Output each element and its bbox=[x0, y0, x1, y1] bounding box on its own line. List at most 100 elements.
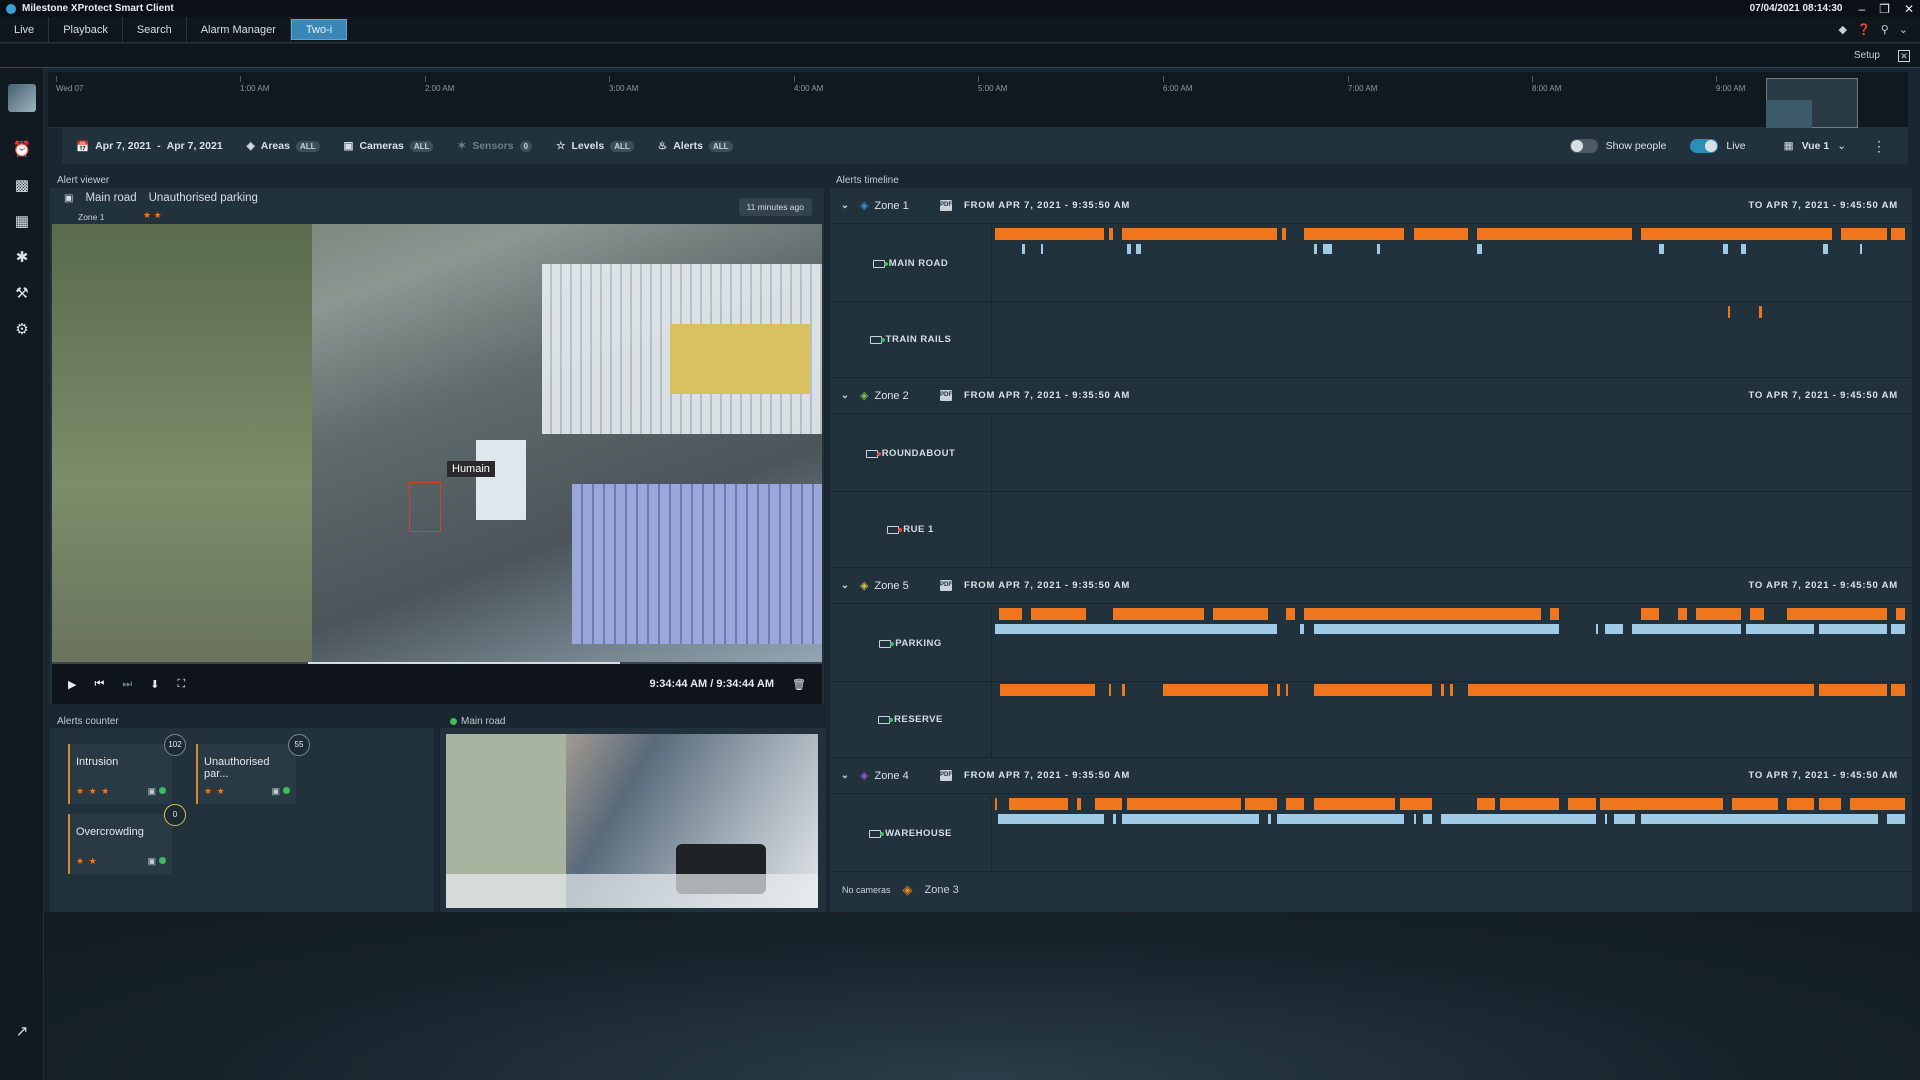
alert-track-blue[interactable] bbox=[995, 624, 1905, 634]
tab-playback[interactable]: Playback bbox=[49, 17, 123, 42]
close-view-icon[interactable]: ✕ bbox=[1898, 49, 1910, 62]
alert-segment[interactable] bbox=[1122, 228, 1278, 240]
alert-segment[interactable] bbox=[1313, 684, 1432, 696]
alert-segment[interactable] bbox=[1286, 608, 1296, 620]
zone-header-zone-2[interactable]: ⌄ ◈ Zone 2 PDF FROM APR 7, 2021 - 9:35:50… bbox=[830, 378, 1912, 414]
pdf-icon[interactable]: PDF bbox=[940, 770, 952, 781]
alert-segment[interactable] bbox=[1500, 798, 1560, 810]
alert-segment[interactable] bbox=[1604, 814, 1608, 824]
alert-segment[interactable] bbox=[1695, 608, 1742, 620]
tab-search[interactable]: Search bbox=[123, 17, 187, 42]
alert-segment[interactable] bbox=[1895, 608, 1905, 620]
filter-alerts[interactable]: ♨ Alerts ALL bbox=[658, 140, 733, 152]
bar-chart-icon[interactable]: ▩ bbox=[12, 176, 32, 196]
time-ruler[interactable]: Wed 07 1:00 AM 2:00 AM 3:00 AM 4:00 AM 5… bbox=[48, 72, 1908, 128]
fullscreen-icon[interactable]: ◆ bbox=[1839, 23, 1847, 36]
tab-alarm-manager[interactable]: Alarm Manager bbox=[187, 17, 291, 42]
alert-segment[interactable] bbox=[1745, 624, 1814, 634]
alert-segment[interactable] bbox=[1727, 306, 1731, 318]
fullscreen-icon[interactable]: ⛶ bbox=[178, 678, 186, 691]
tools-icon[interactable]: ⚒ bbox=[12, 284, 32, 304]
alert-segment[interactable] bbox=[1076, 798, 1082, 810]
live-toggle[interactable] bbox=[1690, 139, 1719, 153]
tab-live[interactable]: Live bbox=[0, 17, 50, 42]
filter-sensors[interactable]: ✶ Sensors 0 bbox=[457, 140, 533, 152]
alert-segment[interactable] bbox=[999, 684, 1096, 696]
alert-segment[interactable] bbox=[1399, 798, 1432, 810]
restore-icon[interactable]: ❐ bbox=[1879, 2, 1890, 16]
alert-segment[interactable] bbox=[1818, 624, 1887, 634]
chevron-down-icon[interactable]: ⌄ bbox=[830, 390, 860, 401]
alert-track-blue[interactable] bbox=[995, 814, 1905, 824]
alert-segment[interactable] bbox=[1413, 228, 1469, 240]
alert-segment[interactable] bbox=[1750, 608, 1764, 620]
alert-segment[interactable] bbox=[1891, 684, 1905, 696]
alert-segment[interactable] bbox=[1040, 244, 1044, 254]
alert-segment[interactable] bbox=[1163, 684, 1268, 696]
alert-segment[interactable] bbox=[1126, 244, 1132, 254]
alert-segment[interactable] bbox=[1277, 684, 1280, 696]
alert-segment[interactable] bbox=[1677, 608, 1687, 620]
alert-segment[interactable] bbox=[1759, 306, 1763, 318]
alert-segment[interactable] bbox=[1022, 244, 1026, 254]
alert-segment[interactable] bbox=[1841, 228, 1887, 240]
alert-segment[interactable] bbox=[1422, 814, 1432, 824]
alert-segment[interactable] bbox=[1286, 798, 1305, 810]
alert-track-blue[interactable] bbox=[995, 244, 1905, 254]
alert-segment[interactable] bbox=[1818, 798, 1842, 810]
alert-track-orange[interactable] bbox=[995, 228, 1905, 240]
skip-forward-icon[interactable]: ⏭ bbox=[122, 678, 132, 691]
camera-row-warehouse[interactable]: WAREHOUSE bbox=[830, 796, 1912, 872]
chevron-down-icon[interactable]: ⌄ bbox=[1899, 23, 1908, 36]
alert-segment[interactable] bbox=[1632, 624, 1742, 634]
alert-segment[interactable] bbox=[1600, 798, 1723, 810]
chevron-down-icon[interactable]: ⌄ bbox=[1837, 140, 1846, 152]
alert-track-orange[interactable] bbox=[995, 798, 1905, 810]
alert-segment[interactable] bbox=[1859, 244, 1863, 254]
filter-areas[interactable]: ◈ Areas ALL bbox=[247, 140, 320, 152]
alert-segment[interactable] bbox=[1641, 228, 1833, 240]
alert-segment[interactable] bbox=[1477, 798, 1496, 810]
zone-header-zone-1[interactable]: ⌄ ◈ Zone 1 PDF FROM APR 7, 2021 - 9:35:50… bbox=[830, 188, 1912, 224]
alert-segment[interactable] bbox=[1450, 684, 1453, 696]
alert-segment[interactable] bbox=[1313, 244, 1318, 254]
view-select[interactable]: Vue 1 bbox=[1802, 140, 1830, 152]
show-people-toggle[interactable] bbox=[1569, 139, 1598, 153]
alert-segment[interactable] bbox=[1786, 798, 1814, 810]
alert-segment[interactable] bbox=[998, 608, 1023, 620]
close-icon[interactable]: ✕ bbox=[1904, 2, 1914, 16]
alert-segment[interactable] bbox=[1891, 624, 1905, 634]
filter-cameras[interactable]: ▣ Cameras ALL bbox=[344, 140, 434, 152]
alert-segment[interactable] bbox=[1659, 244, 1664, 254]
alert-segment[interactable] bbox=[1008, 798, 1068, 810]
play-icon[interactable]: ▶ bbox=[68, 678, 76, 691]
alert-track-orange[interactable] bbox=[995, 306, 1905, 318]
counter-card-unauthorised-parking[interactable]: Unauthorised par... 55 ★ ★ ▣ bbox=[196, 734, 310, 804]
counter-card-intrusion[interactable]: Intrusion 102 ★ ★ ★ ▣ bbox=[68, 734, 186, 804]
minimize-icon[interactable]: – bbox=[1858, 2, 1865, 16]
detection-box[interactable] bbox=[409, 482, 441, 532]
camera-row-parking[interactable]: PARKING bbox=[830, 606, 1912, 682]
avatar[interactable] bbox=[8, 84, 36, 112]
download-icon[interactable]: ⬇ bbox=[150, 678, 159, 691]
setup-button[interactable]: Setup bbox=[1854, 50, 1880, 61]
more-options-icon[interactable]: ⋮ bbox=[1872, 138, 1886, 155]
alert-segment[interactable] bbox=[995, 228, 1105, 240]
alert-segment[interactable] bbox=[1568, 798, 1596, 810]
alert-track-orange[interactable] bbox=[995, 608, 1905, 620]
alert-video[interactable]: Humain bbox=[52, 224, 822, 662]
alert-segment[interactable] bbox=[1213, 608, 1268, 620]
counter-card-overcrowding[interactable]: Overcrowding 0 ★ ★ ▣ bbox=[68, 804, 186, 874]
trash-icon[interactable]: 🗑 bbox=[792, 678, 806, 691]
pdf-icon[interactable]: PDF bbox=[940, 390, 952, 401]
alert-segment[interactable] bbox=[997, 814, 1105, 824]
alert-track-orange[interactable] bbox=[995, 684, 1905, 696]
camera-row-rue-1[interactable]: RUE 1 bbox=[830, 492, 1912, 568]
alert-segment[interactable] bbox=[1440, 684, 1444, 696]
alert-segment[interactable] bbox=[1741, 244, 1746, 254]
camera-row-reserve[interactable]: RESERVE bbox=[830, 682, 1912, 758]
alert-segment[interactable] bbox=[1641, 608, 1660, 620]
zone-header-zone-5[interactable]: ⌄ ◈ Zone 5 PDF FROM APR 7, 2021 - 9:35:50… bbox=[830, 568, 1912, 604]
camera-grid-icon[interactable]: ▦ bbox=[12, 212, 32, 232]
pdf-icon[interactable]: PDF bbox=[940, 200, 952, 211]
